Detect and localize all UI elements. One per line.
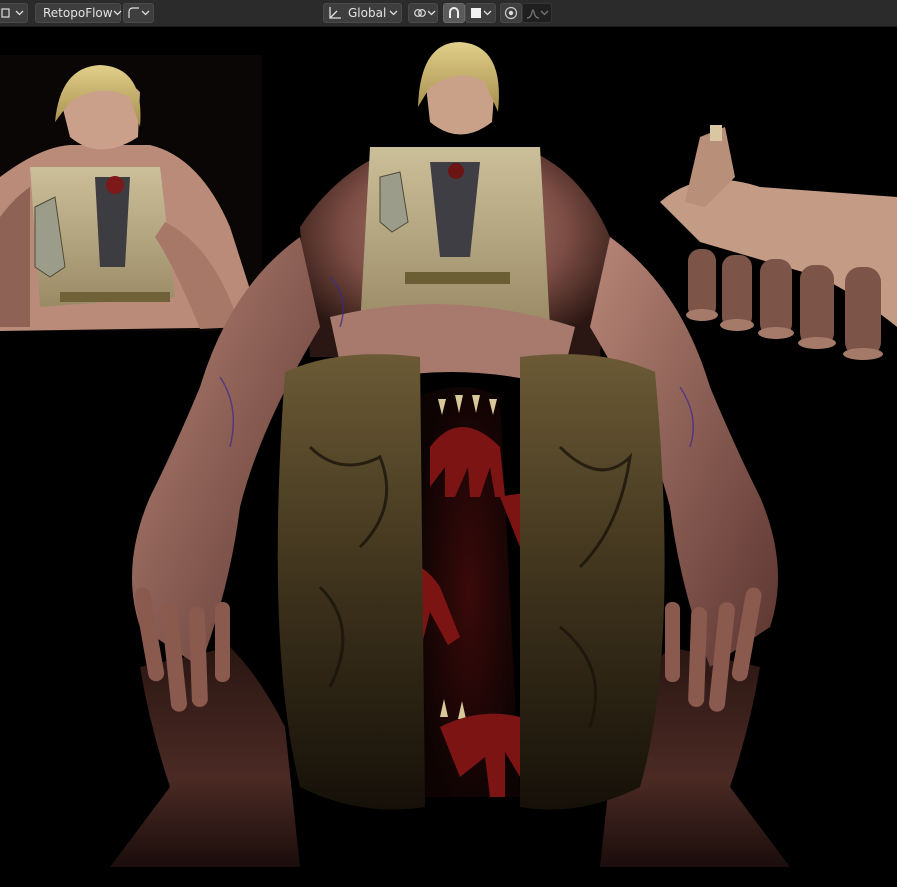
pivot-link-icon	[413, 7, 427, 19]
snap-toggle[interactable]	[443, 3, 465, 23]
retopoflow-label: RetopoFlow	[43, 6, 113, 20]
proportional-falloff-icon	[526, 7, 540, 19]
chevron-down-icon	[15, 10, 24, 16]
orientation-label: Global	[348, 6, 387, 20]
snap-target-dropdown[interactable]	[465, 3, 496, 23]
snap-target-square-icon	[470, 7, 482, 19]
retopoflow-menu[interactable]: RetopoFlow	[35, 3, 122, 23]
proportional-editing-toggle[interactable]	[500, 3, 522, 23]
chevron-down-icon	[483, 10, 492, 16]
pivot-point-dropdown[interactable]	[408, 3, 438, 23]
chevron-down-icon	[540, 10, 549, 16]
falloff-dropdown[interactable]	[123, 3, 154, 23]
transform-orientation-icon	[328, 6, 342, 20]
chevron-down-icon	[141, 10, 150, 16]
transform-orientation-dropdown[interactable]: Global	[323, 3, 402, 23]
chevron-down-icon	[389, 10, 398, 16]
editor-type-selector[interactable]	[0, 3, 28, 23]
viewport-header: RetopoFlow Global	[0, 0, 897, 27]
chevron-down-icon	[113, 10, 122, 16]
proportional-editing-icon	[504, 6, 518, 20]
inset-creature-right	[660, 125, 897, 360]
inset-portrait-left	[0, 55, 262, 331]
falloff-curve-icon	[128, 7, 140, 19]
3d-viewport[interactable]	[0, 27, 897, 887]
snap-magnet-icon	[447, 6, 461, 20]
editor-type-icon	[1, 7, 11, 19]
chevron-down-icon	[427, 10, 436, 16]
proportional-falloff-dropdown[interactable]	[522, 3, 552, 23]
render-scene	[0, 42, 897, 867]
